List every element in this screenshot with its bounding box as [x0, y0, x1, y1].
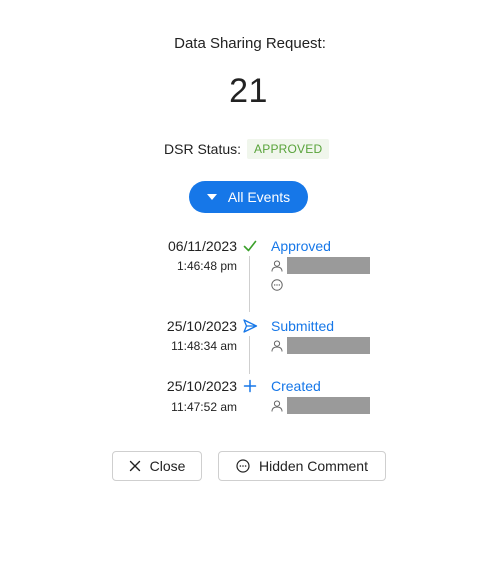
user-icon: [271, 340, 283, 352]
dsr-detail-dialog: Data Sharing Request: 21 DSR Status: APP…: [0, 0, 500, 588]
event-date: 06/11/2023: [167, 238, 237, 254]
events-filter-button[interactable]: All Events: [189, 181, 308, 213]
redacted-user-name: [287, 337, 370, 354]
check-icon: [243, 240, 257, 252]
events-filter-label: All Events: [227, 189, 291, 205]
close-icon: [129, 460, 140, 472]
user-icon: [271, 260, 283, 272]
hidden-comment-button[interactable]: Hidden Comment: [218, 451, 386, 481]
event-time: 1:46:48 pm: [176, 259, 237, 273]
event-title-link[interactable]: Submitted: [271, 318, 334, 334]
event-date: 25/10/2023: [166, 378, 237, 394]
caret-down-icon: [206, 194, 217, 200]
status-row: DSR Status: APPROVED: [164, 138, 330, 160]
event-date: 25/10/2023: [166, 318, 237, 334]
status-badge: APPROVED: [247, 139, 330, 159]
event-title-link[interactable]: Created: [271, 378, 321, 394]
close-button[interactable]: Close: [112, 451, 202, 481]
close-button-label: Close: [149, 458, 186, 474]
plus-icon: [243, 379, 257, 393]
page-title: Data Sharing Request:: [174, 35, 326, 52]
request-number: 21: [229, 72, 268, 110]
event-title-link[interactable]: Approved: [271, 238, 331, 254]
event-time: 11:47:52 am: [171, 400, 237, 414]
redacted-user-name: [287, 397, 370, 414]
user-icon: [271, 400, 283, 412]
status-label: DSR Status:: [164, 141, 242, 157]
hidden-comment-button-label: Hidden Comment: [259, 458, 368, 474]
timeline-connector: [249, 336, 250, 374]
comment-icon: [236, 459, 250, 473]
send-icon: [243, 319, 258, 333]
event-time: 11:48:34 am: [171, 339, 237, 353]
comment-icon[interactable]: [271, 279, 283, 291]
redacted-user-name: [287, 257, 370, 274]
timeline-connector: [249, 256, 250, 312]
